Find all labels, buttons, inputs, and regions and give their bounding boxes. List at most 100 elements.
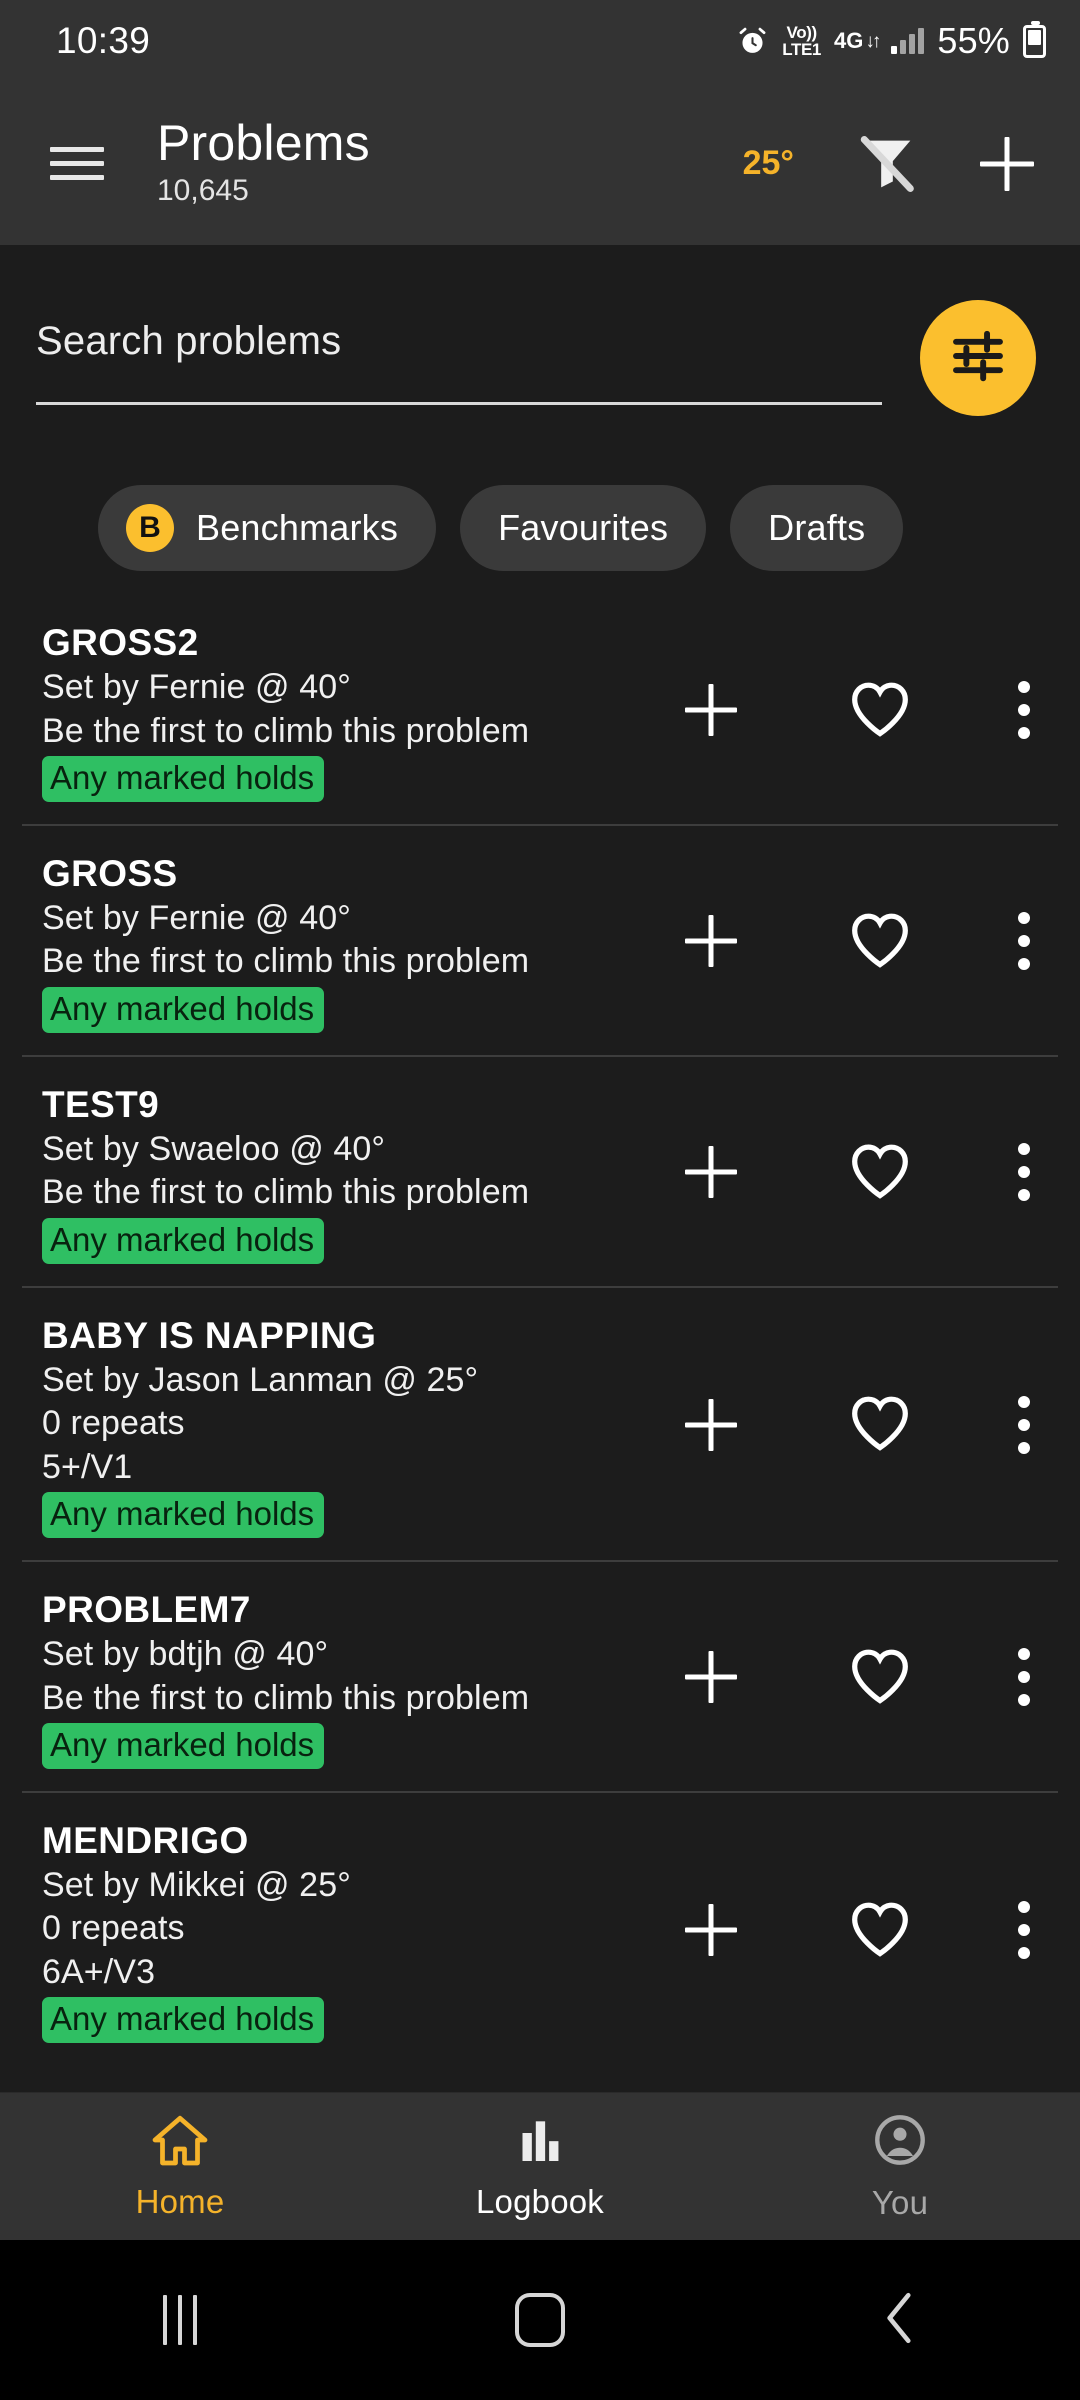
- more-vertical-icon[interactable]: [1018, 1141, 1034, 1203]
- more-vertical-icon[interactable]: [1018, 1899, 1034, 1961]
- account-circle-icon: [871, 2111, 929, 2174]
- problem-setter: Set by Fernie @ 40°: [42, 668, 351, 707]
- data-arrows-icon: ↓↑: [865, 30, 881, 52]
- more-vertical-icon[interactable]: [1018, 1646, 1034, 1708]
- nav-item-logbook[interactable]: Logbook: [360, 2112, 720, 2221]
- row-actions: [680, 1897, 1080, 1964]
- problem-status: Be the first to climb this problem: [42, 942, 530, 981]
- home-button[interactable]: [360, 2293, 720, 2347]
- battery-icon: [1023, 20, 1046, 58]
- problem-info: BABY IS NAPPING Set by Jason Lanman @ 25…: [0, 1312, 680, 1538]
- problem-name: PROBLEM7: [42, 1588, 251, 1630]
- table-row[interactable]: GROSS2 Set by Fernie @ 40° Be the first …: [0, 593, 1080, 824]
- more-vertical-icon[interactable]: [1018, 1394, 1034, 1456]
- search-input[interactable]: Search problems: [36, 319, 882, 364]
- alarm-clock-icon: [736, 25, 769, 58]
- problem-repeats: 0 repeats: [42, 1404, 185, 1443]
- heart-outline-icon[interactable]: [847, 677, 913, 744]
- problem-setter: Set by Mikkei @ 25°: [42, 1866, 351, 1905]
- plus-icon[interactable]: [680, 910, 742, 972]
- plus-icon[interactable]: [680, 1646, 742, 1708]
- table-row[interactable]: BABY IS NAPPING Set by Jason Lanman @ 25…: [0, 1285, 1080, 1560]
- nav-item-home[interactable]: Home: [0, 2112, 360, 2221]
- problem-list[interactable]: GROSS2 Set by Fernie @ 40° Be the first …: [0, 593, 1080, 2092]
- problem-name: GROSS2: [42, 622, 199, 663]
- row-actions: [680, 908, 1080, 975]
- chip-benchmarks[interactable]: B Benchmarks: [98, 485, 437, 571]
- problem-name: BABY IS NAPPING: [42, 1314, 377, 1356]
- network-type-icon: 4G ↓↑: [833, 28, 881, 53]
- filter-settings-fab[interactable]: [920, 300, 1036, 416]
- nav-item-you[interactable]: You: [720, 2111, 1080, 2222]
- status-bar: 10:39 Vo)) LTE1 4G ↓↑ 55%: [0, 0, 1080, 82]
- problem-info: GROSS Set by Fernie @ 40° Be the first t…: [0, 850, 680, 1033]
- problem-info: GROSS2 Set by Fernie @ 40° Be the first …: [0, 619, 680, 802]
- status-icons: Vo)) LTE1 4G ↓↑ 55%: [736, 20, 1046, 62]
- problem-repeats: 0 repeats: [42, 1909, 185, 1948]
- benchmark-badge-icon: B: [126, 504, 174, 552]
- bar-chart-icon: [512, 2112, 568, 2173]
- problem-info: PROBLEM7 Set by bdtjh @ 40° Be the first…: [0, 1586, 680, 1769]
- home-square-icon: [515, 2293, 565, 2347]
- plus-icon[interactable]: [680, 1141, 742, 1203]
- heart-outline-icon[interactable]: [847, 1644, 913, 1711]
- wall-angle-label[interactable]: 25°: [743, 144, 794, 183]
- heart-outline-icon[interactable]: [847, 1897, 913, 1964]
- problem-status: Be the first to climb this problem: [42, 1173, 530, 1212]
- plus-icon[interactable]: [680, 1899, 742, 1961]
- recents-button[interactable]: [0, 2295, 360, 2345]
- heart-outline-icon[interactable]: [847, 908, 913, 975]
- problem-name: TEST9: [42, 1083, 160, 1125]
- problem-setter: Set by Fernie @ 40°: [42, 899, 351, 938]
- status-badge: Any marked holds: [42, 1722, 325, 1769]
- more-vertical-icon[interactable]: [1018, 679, 1034, 741]
- app-bar-titles: Problems 10,645: [157, 117, 743, 210]
- hamburger-menu-icon[interactable]: [50, 147, 104, 180]
- problem-grade: 6A+/V3: [42, 1952, 156, 1991]
- bottom-navigation: Home Logbook You: [0, 2092, 1080, 2240]
- volte-bottom-label: LTE1: [782, 40, 821, 59]
- plus-icon[interactable]: [680, 1394, 742, 1456]
- heart-outline-icon[interactable]: [847, 1139, 913, 1206]
- search-section: Search problems: [0, 245, 1080, 437]
- more-vertical-icon[interactable]: [1018, 910, 1034, 972]
- table-row[interactable]: GROSS Set by Fernie @ 40° Be the first t…: [0, 823, 1080, 1055]
- volte-icon: Vo)) LTE1: [782, 24, 821, 58]
- table-row[interactable]: TEST9 Set by Swaeloo @ 40° Be the first …: [0, 1054, 1080, 1286]
- problem-status: Be the first to climb this problem: [42, 1678, 530, 1717]
- filter-chips: B Benchmarks Favourites Drafts: [0, 437, 1080, 593]
- home-icon: [150, 2112, 210, 2173]
- page-title: Problems: [157, 115, 370, 172]
- row-actions: [680, 1139, 1080, 1206]
- status-badge: Any marked holds: [42, 1996, 325, 2044]
- network-type-label: 4G: [833, 28, 864, 53]
- table-row[interactable]: PROBLEM7 Set by bdtjh @ 40° Be the first…: [0, 1559, 1080, 1791]
- problem-setter: Set by Swaeloo @ 40°: [42, 1130, 386, 1169]
- table-row[interactable]: MENDRIGO Set by Mikkei @ 25° 0 repeats 6…: [0, 1790, 1080, 2065]
- recents-icon: [163, 2295, 197, 2345]
- problem-status: Be the first to climb this problem: [42, 711, 530, 750]
- chip-benchmarks-label: Benchmarks: [196, 507, 399, 548]
- back-chevron-icon: [875, 2289, 925, 2352]
- status-badge: Any marked holds: [42, 1491, 325, 1538]
- nav-item-you-label: You: [871, 2184, 929, 2221]
- heart-outline-icon[interactable]: [847, 1391, 913, 1458]
- back-button[interactable]: [720, 2289, 1080, 2352]
- chip-drafts[interactable]: Drafts: [730, 485, 904, 571]
- chip-favourites[interactable]: Favourites: [460, 485, 707, 571]
- chip-drafts-label: Drafts: [768, 507, 866, 548]
- problem-info: MENDRIGO Set by Mikkei @ 25° 0 repeats 6…: [0, 1817, 680, 2044]
- plus-icon[interactable]: [680, 679, 742, 741]
- problem-name: MENDRIGO: [42, 1819, 249, 1861]
- search-field[interactable]: Search problems: [36, 319, 882, 405]
- problem-info: TEST9 Set by Swaeloo @ 40° Be the first …: [0, 1081, 680, 1264]
- battery-percent-label: 55%: [937, 20, 1010, 61]
- add-problem-button[interactable]: [974, 131, 1040, 197]
- nav-item-logbook-label: Logbook: [475, 2183, 605, 2220]
- nav-item-home-label: Home: [135, 2183, 225, 2220]
- app-bar: Problems 10,645 25°: [0, 82, 1080, 245]
- problem-count: 10,645: [157, 174, 249, 208]
- search-underline: [36, 402, 882, 405]
- problem-name: GROSS: [42, 852, 178, 894]
- filter-off-icon[interactable]: [852, 129, 922, 199]
